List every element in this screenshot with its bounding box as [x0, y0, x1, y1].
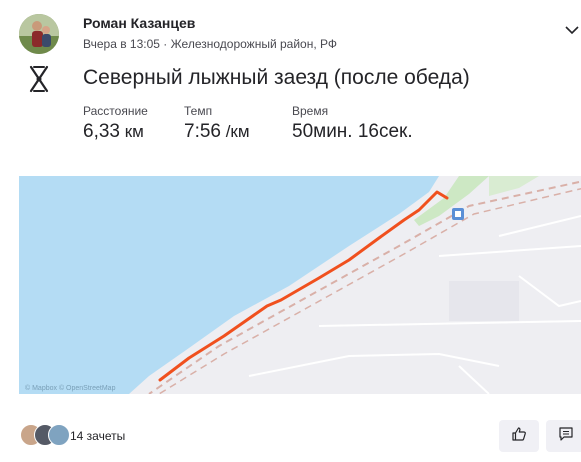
chevron-down-icon[interactable] — [564, 22, 580, 38]
kudos-avatar — [48, 424, 70, 446]
stat-pace-unit: /км — [220, 122, 250, 141]
nordic-ski-icon — [26, 64, 52, 94]
stat-time-number: 50мин. 16сек. — [292, 121, 413, 142]
stat-distance-unit: км — [119, 122, 144, 141]
athlete-avatar[interactable] — [19, 14, 59, 54]
activity-footer: 14 зачеты — [0, 414, 581, 462]
comment-icon — [558, 426, 574, 447]
stat-distance: Расстояние 6,33 км — [83, 104, 148, 143]
thumbs-up-icon — [511, 426, 527, 447]
stat-distance-value: 6,33 км — [83, 121, 148, 143]
activity-header: Роман Казанцев Вчера в 13:05 · Железнодо… — [0, 0, 581, 62]
stat-pace-number: 7:56 — [184, 121, 221, 142]
stat-time-value: 50мин. 16сек. — [292, 121, 413, 143]
activity-meta: Вчера в 13:05 · Железнодорожный район, Р… — [83, 37, 337, 51]
stat-distance-label: Расстояние — [83, 104, 148, 118]
stat-time: Время 50мин. 16сек. — [292, 104, 413, 143]
activity-title[interactable]: Северный лыжный заезд (после обеда) — [83, 66, 470, 90]
athlete-name[interactable]: Роман Казанцев — [83, 15, 195, 31]
stat-distance-number: 6,33 — [83, 121, 120, 142]
kudos-avatars[interactable] — [20, 424, 70, 446]
map-attribution[interactable]: © Mapbox © OpenStreetMap — [25, 385, 115, 392]
kudos-button[interactable] — [499, 420, 539, 452]
kudos-count[interactable]: 14 зачеты — [70, 429, 125, 443]
route-map[interactable]: © Mapbox © OpenStreetMap — [19, 176, 581, 394]
comment-button[interactable] — [546, 420, 581, 452]
stat-pace: Темп 7:56 /км — [184, 104, 250, 143]
stat-time-label: Время — [292, 104, 329, 118]
stat-pace-value: 7:56 /км — [184, 121, 250, 143]
stat-pace-label: Темп — [184, 104, 213, 118]
